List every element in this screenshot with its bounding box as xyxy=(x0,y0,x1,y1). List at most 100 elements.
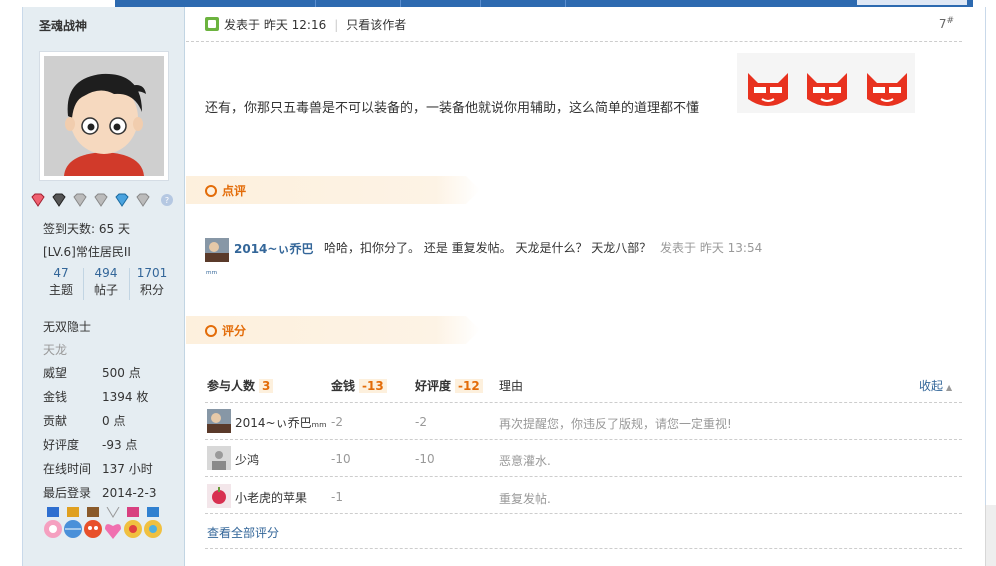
user-stats: 47 主题 494 帖子 1701 积分 xyxy=(39,265,175,303)
rating-reason: 再次提醒您，你违反了版规，请您一定重视! xyxy=(499,417,732,431)
field-online-time: 在线时间 137 小时 xyxy=(43,460,153,477)
stat-posts-label: 帖子 xyxy=(93,283,118,297)
field-last-login: 最后登录 2014-2-3 xyxy=(43,484,156,501)
rating-money: -2 xyxy=(331,415,343,429)
help-icon[interactable]: ? xyxy=(159,193,175,207)
author-name[interactable]: 圣魂战神 xyxy=(39,17,87,34)
gem-icon[interactable] xyxy=(114,193,130,207)
fox-emoji-icon xyxy=(807,73,847,106)
divider xyxy=(205,439,962,440)
participants-header: 参与人数 3 xyxy=(207,377,274,394)
field-value: 0 点 xyxy=(102,414,126,428)
checkin-days: 签到天数: 65 天 xyxy=(43,222,130,236)
rating-money: -1 xyxy=(331,490,343,504)
commenter-avatar[interactable] xyxy=(205,238,229,262)
rating-money: -10 xyxy=(331,452,351,466)
globe-badge-icon[interactable] xyxy=(63,507,83,543)
stat-posts-num[interactable]: 494 xyxy=(84,265,128,281)
rater-avatar[interactable] xyxy=(207,484,231,508)
floor-mark: # xyxy=(946,16,954,26)
collapse-label[interactable]: 收起 xyxy=(919,379,943,393)
commenter-name[interactable]: 2014~ぃ乔巴 xyxy=(234,240,313,257)
field-money: 金钱 1394 枚 xyxy=(43,388,148,405)
reputation-header: 好评度 -12 xyxy=(415,377,483,394)
comment-time: 发表于 昨天 13:54 xyxy=(660,241,763,255)
ribbon-badge-icon[interactable] xyxy=(143,507,163,543)
nav-divider xyxy=(565,0,566,7)
heart-badge-icon[interactable] xyxy=(103,507,123,543)
field-value: 1394 枚 xyxy=(102,390,149,404)
reputation-label: 好评度 xyxy=(415,379,452,393)
field-value: -93 点 xyxy=(102,438,138,452)
stat-topics[interactable]: 47 主题 xyxy=(39,265,83,299)
fox-badge-icon[interactable] xyxy=(83,507,103,543)
user-level[interactable]: [LV.6]常住居民II xyxy=(43,243,131,260)
rater-name[interactable]: 2014~ぃ乔巴ₘₘ xyxy=(235,414,327,431)
comment-text: 哈哈，扣你分了。 还是 重复发帖。 天龙是什么？ 天龙八部？ xyxy=(324,241,652,255)
post-content: 还有，你那只五毒兽是不可以装备的，一装备他就说你用辅助，这么简单的道理都不懂 xyxy=(205,101,700,116)
field-key: 最后登录 xyxy=(43,486,92,500)
user-title: 无双隐士 xyxy=(43,320,92,334)
gem-icon[interactable] xyxy=(135,193,151,207)
post-status-icon xyxy=(205,17,219,31)
nav-search-box[interactable] xyxy=(857,0,967,5)
divider xyxy=(205,513,962,514)
rating-reason: 重复发帖. xyxy=(499,492,551,506)
heart-gem-icon[interactable] xyxy=(30,193,46,207)
rater-name[interactable]: 小老虎的苹果 xyxy=(235,489,307,506)
field-prestige: 威望 500 点 xyxy=(43,364,141,381)
rating-reputation: -10 xyxy=(415,452,435,466)
stat-points-num[interactable]: 1701 xyxy=(130,265,174,281)
view-all-ratings-link[interactable]: 查看全部评分 xyxy=(207,524,279,541)
author-only-link[interactable]: 只看该作者 xyxy=(346,18,406,32)
post-time: 发表于 昨天 12:16 xyxy=(224,18,327,32)
section-circle-icon xyxy=(205,185,217,197)
participants-label: 参与人数 xyxy=(207,379,256,393)
meta-separator: | xyxy=(334,18,339,32)
nav-divider xyxy=(315,0,316,7)
caret-up-icon[interactable]: ▲ xyxy=(946,383,952,392)
field-key: 贡献 xyxy=(43,414,68,428)
user-subtitle: 天龙 xyxy=(43,343,68,357)
stat-points[interactable]: 1701 积分 xyxy=(130,265,174,299)
reputation-total: -12 xyxy=(455,379,483,393)
gem-icon[interactable] xyxy=(72,193,88,207)
ratings-section-header: 评分 xyxy=(186,316,480,344)
author-sidebar: 圣魂战神 ? 签到天数: 65 天 [LV.6]常住居民II 47 主题 494… xyxy=(23,7,185,566)
author-avatar[interactable] xyxy=(39,51,169,181)
gem-icon[interactable] xyxy=(51,193,67,207)
gem-icon[interactable] xyxy=(93,193,109,207)
money-label: 金钱 xyxy=(331,379,356,393)
rater-name[interactable]: 少鸿 xyxy=(235,451,259,468)
field-key: 在线时间 xyxy=(43,462,92,476)
stat-topics-label: 主题 xyxy=(48,283,73,297)
comments-section-header: 点评 xyxy=(186,176,480,204)
stat-points-label: 积分 xyxy=(139,283,164,297)
rater-avatar[interactable] xyxy=(207,409,231,433)
collapse-link[interactable]: 收起 ▲ xyxy=(919,377,952,394)
divider xyxy=(205,548,962,549)
field-value: 500 点 xyxy=(102,366,141,380)
svg-text:?: ? xyxy=(165,196,169,205)
scrollbar[interactable] xyxy=(985,505,996,566)
money-header: 金钱 -13 xyxy=(331,377,387,394)
rating-reputation: -2 xyxy=(415,415,427,429)
reason-header: 理由 xyxy=(499,379,524,393)
comments-more-link[interactable]: ᵐᵐ xyxy=(206,270,217,280)
money-total: -13 xyxy=(359,379,387,393)
field-value: 137 小时 xyxy=(102,462,153,476)
flower-badge-icon[interactable] xyxy=(43,507,63,543)
stat-topics-num[interactable]: 47 xyxy=(39,265,83,281)
nav-divider xyxy=(480,0,481,7)
stat-posts[interactable]: 494 帖子 xyxy=(84,265,128,299)
rater-avatar[interactable] xyxy=(207,446,231,470)
divider xyxy=(186,41,962,42)
avatar-cartoon xyxy=(44,56,164,176)
comments-title: 点评 xyxy=(222,184,247,198)
ribbon-badge-icon[interactable] xyxy=(123,507,143,543)
floor-number[interactable]: 7# xyxy=(939,16,954,31)
ratings-title: 评分 xyxy=(222,324,247,338)
top-nav-bar xyxy=(115,0,973,7)
field-key: 好评度 xyxy=(43,438,80,452)
fox-emoji-icon xyxy=(867,73,907,106)
